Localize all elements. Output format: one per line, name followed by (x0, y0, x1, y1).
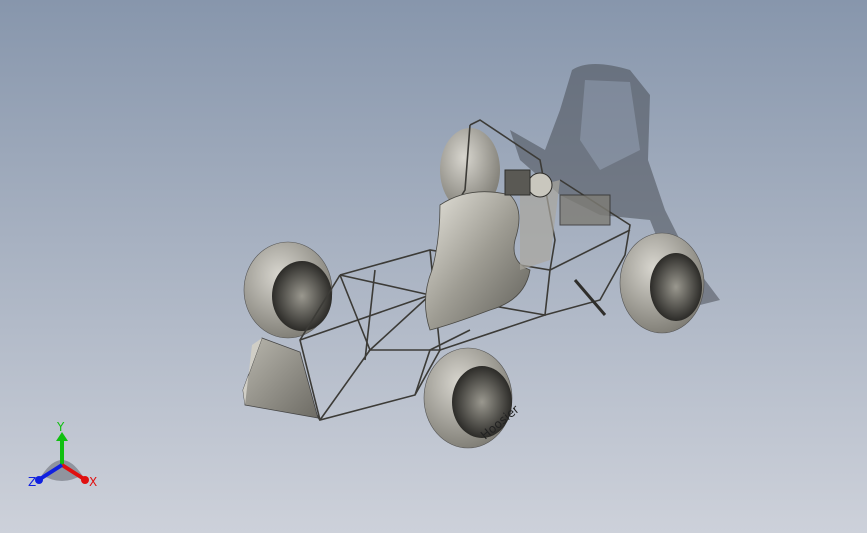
graphics-viewport[interactable]: Hoosier Y X Z (0, 0, 867, 533)
model-view[interactable]: Hoosier (0, 0, 867, 533)
wheel-front-right: Hoosier (423, 347, 522, 449)
wheel-front-left (243, 241, 333, 339)
z-axis-label: Z (28, 475, 36, 489)
orientation-triad: Y X Z (20, 415, 110, 495)
x-axis-label: X (89, 475, 97, 489)
y-axis-label: Y (56, 420, 65, 434)
wheel-rear-right (619, 232, 705, 334)
